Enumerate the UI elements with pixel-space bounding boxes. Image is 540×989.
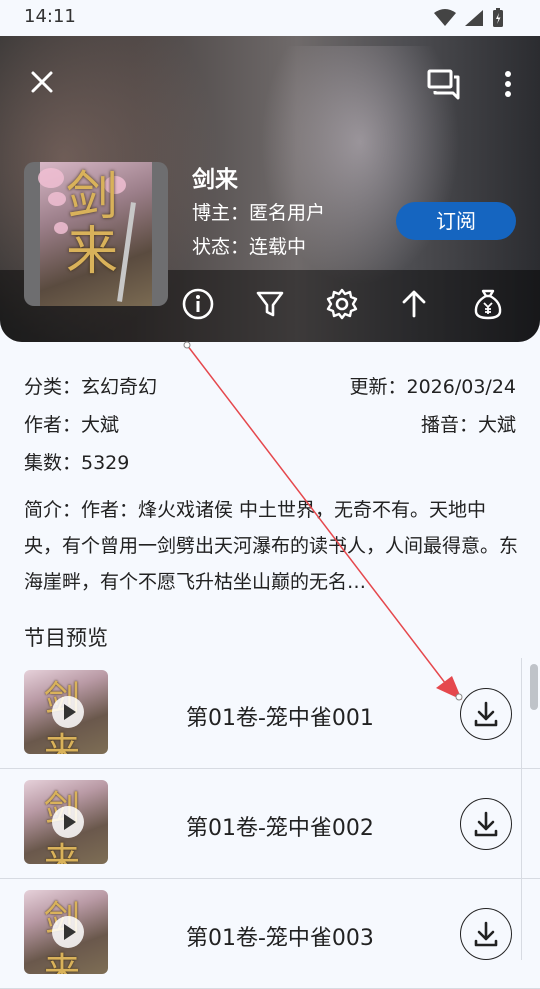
battery-icon: [493, 8, 503, 27]
episode-title: 第01卷-笼中雀003: [186, 926, 374, 951]
author-label: 作者：大斌: [24, 414, 120, 436]
episode-thumbnail[interactable]: 剑来: [24, 780, 108, 864]
episode-title: 第01卷-笼中雀001: [186, 706, 374, 731]
status-bar: 14:11: [0, 0, 540, 34]
status-label: 状态：连载中: [192, 236, 307, 258]
more-options-icon[interactable]: [496, 68, 520, 100]
description-text: 简介：作者：烽火戏诸侯 中土世界，无奇不有。天地中央，有个曾用一剑劈出天河瀑布的…: [24, 499, 519, 593]
album-title: 剑来: [192, 167, 238, 193]
close-icon[interactable]: [26, 66, 58, 98]
album-cover: 剑来: [24, 162, 168, 306]
play-icon[interactable]: [52, 916, 84, 948]
settings-icon[interactable]: [324, 286, 360, 322]
blogger-label: 博主：匿名用户: [192, 202, 326, 224]
album-header: 剑来 剑来 博主：匿名用户 状态：连载中 订阅: [0, 36, 540, 342]
money-bag-icon[interactable]: [470, 286, 506, 322]
filter-icon[interactable]: [252, 286, 288, 322]
play-icon[interactable]: [52, 806, 84, 838]
download-button[interactable]: [460, 908, 512, 960]
status-time: 14:11: [24, 6, 76, 27]
download-icon: [474, 701, 498, 727]
download-icon: [474, 811, 498, 837]
comments-icon[interactable]: [426, 66, 462, 102]
episode-title: 第01卷-笼中雀002: [186, 816, 374, 841]
narrator-label: 播音：大斌: [420, 414, 516, 436]
download-icon: [474, 921, 498, 947]
list-item[interactable]: 剑来 第01卷-笼中雀001: [0, 658, 540, 769]
episode-thumbnail[interactable]: 剑来: [24, 670, 108, 754]
list-item[interactable]: 剑来 第01卷-笼中雀003: [0, 878, 540, 989]
episode-count-label: 集数：5329: [24, 452, 130, 474]
updated-label: 更新：2026/03/24: [349, 376, 516, 398]
arrow-up-icon[interactable]: [396, 286, 432, 322]
section-title: 节目预览: [24, 626, 108, 650]
scroll-track: [521, 658, 522, 960]
download-button[interactable]: [460, 798, 512, 850]
subscribe-button[interactable]: 订阅: [396, 202, 516, 240]
signal-icon: [465, 10, 483, 26]
wifi-icon: [434, 9, 456, 26]
category-label: 分类：玄幻奇幻: [24, 376, 158, 398]
scrollbar-thumb[interactable]: [530, 664, 538, 710]
play-icon[interactable]: [52, 696, 84, 728]
episode-thumbnail[interactable]: 剑来: [24, 890, 108, 974]
status-icons: [434, 8, 504, 28]
cover-title-art: 剑来: [66, 167, 119, 282]
album-toolbar: [180, 286, 530, 326]
list-item[interactable]: 剑来 第01卷-笼中雀002: [0, 768, 540, 879]
info-icon[interactable]: [180, 286, 216, 322]
download-button[interactable]: [460, 688, 512, 740]
